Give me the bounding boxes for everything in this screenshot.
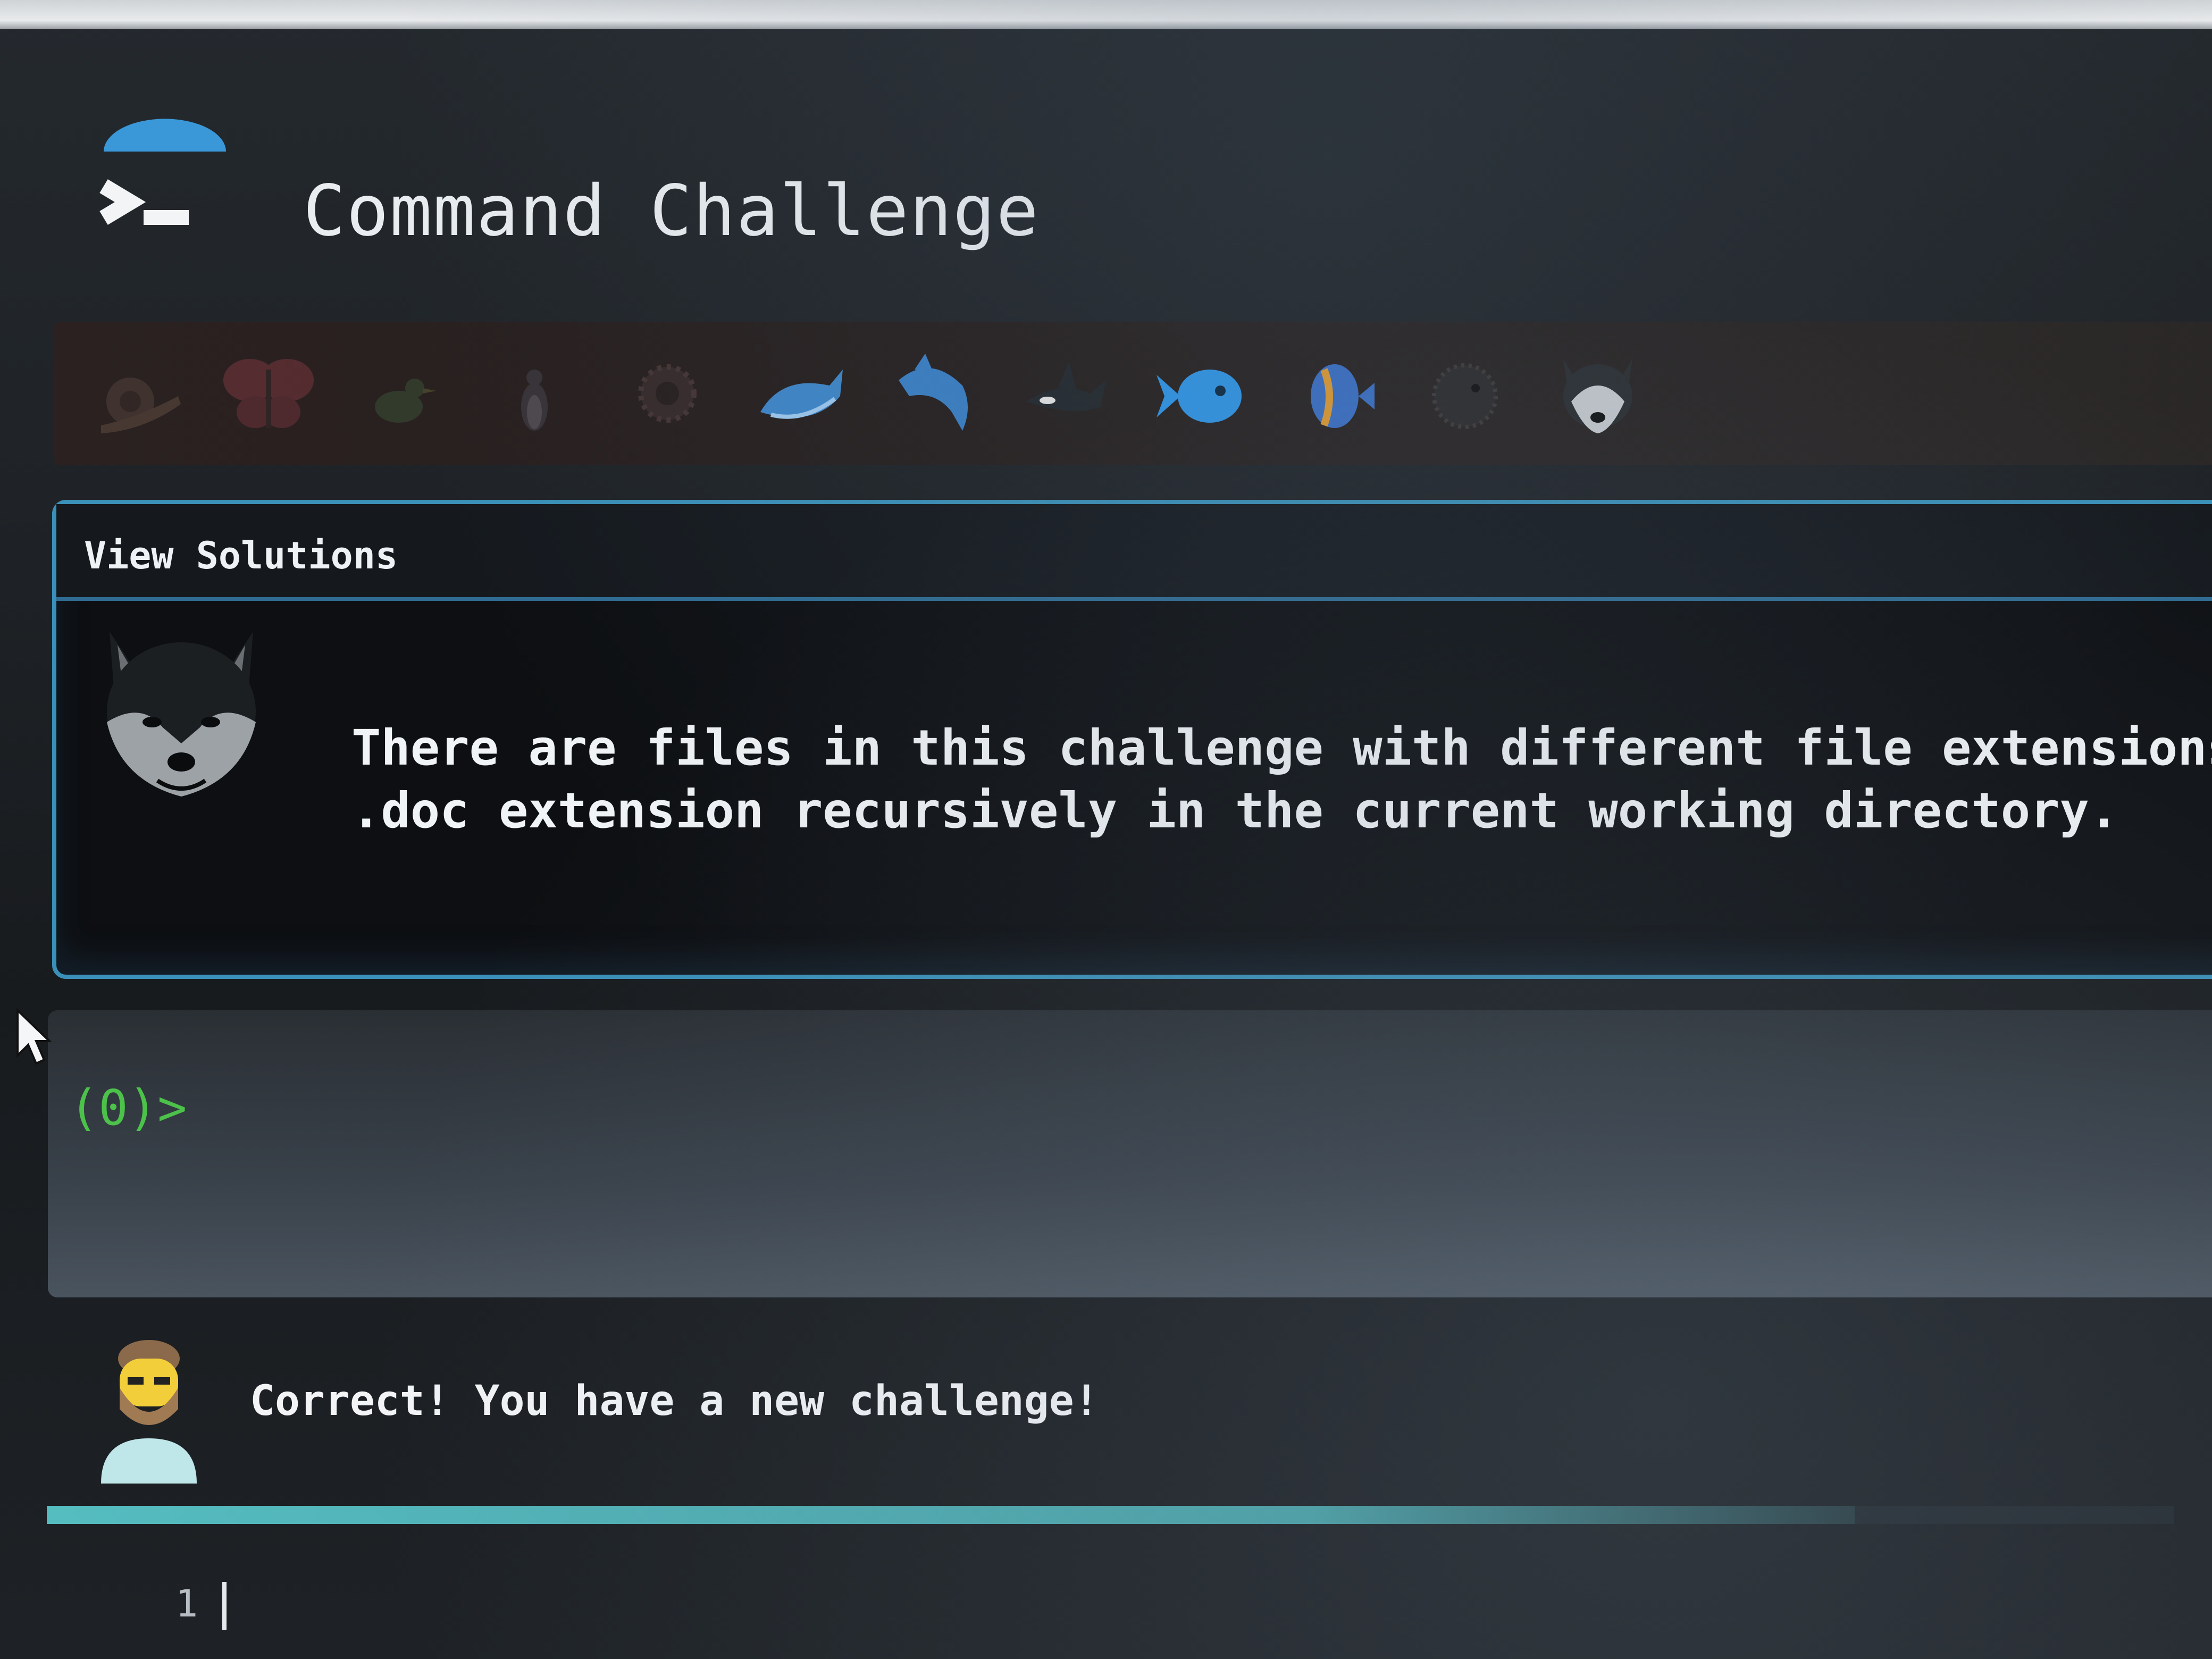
progress-fill bbox=[47, 1506, 1855, 1524]
challenge-panel: View Solutions There are files in this c… bbox=[52, 500, 2212, 979]
mouse-cursor-icon bbox=[16, 1008, 52, 1065]
panel-header: View Solutions bbox=[56, 504, 2212, 601]
screen: Command Challenge View Solutions There a… bbox=[0, 0, 2212, 1659]
level-whale-icon[interactable] bbox=[750, 338, 851, 444]
level-pufferfish-icon[interactable] bbox=[1414, 338, 1515, 444]
terminal-output: (0)> bbox=[48, 1010, 2212, 1297]
feedback-message: Correct! You have a new challenge! bbox=[250, 1377, 1099, 1425]
challenge-description: There are files in this challenge with d… bbox=[351, 717, 2212, 842]
level-fish-icon[interactable] bbox=[1149, 338, 1250, 444]
level-dolphin-icon[interactable] bbox=[883, 338, 984, 444]
monitor-bezel bbox=[0, 0, 2212, 29]
level-bar bbox=[53, 322, 2212, 465]
challenge-text-line-2: .doc extension recursively in the curren… bbox=[351, 782, 2119, 839]
level-bird-icon[interactable] bbox=[351, 338, 452, 444]
level-butterfly-icon[interactable] bbox=[218, 338, 319, 444]
level-husky-icon[interactable] bbox=[1547, 338, 1648, 444]
line-number: 1 bbox=[175, 1582, 198, 1626]
level-snail-icon[interactable] bbox=[85, 338, 186, 444]
husky-icon bbox=[107, 632, 256, 797]
view-solutions-link[interactable]: View Solutions bbox=[84, 534, 398, 577]
progress-bar bbox=[47, 1506, 2174, 1524]
command-input[interactable] bbox=[222, 1582, 227, 1630]
level-orca-icon[interactable] bbox=[1016, 338, 1117, 444]
challenge-text-line-1: There are files in this challenge with d… bbox=[351, 719, 2212, 776]
man-bearded-icon bbox=[101, 1340, 197, 1484]
app-title: Command Challenge bbox=[303, 170, 1040, 252]
terminal-prompt-icon bbox=[99, 119, 226, 225]
level-tropical-fish-icon[interactable] bbox=[1281, 338, 1382, 444]
level-penguin-icon[interactable] bbox=[484, 338, 585, 444]
terminal-prompt: (0)> bbox=[69, 1079, 187, 1136]
level-spiky-creature-icon[interactable] bbox=[617, 338, 718, 444]
